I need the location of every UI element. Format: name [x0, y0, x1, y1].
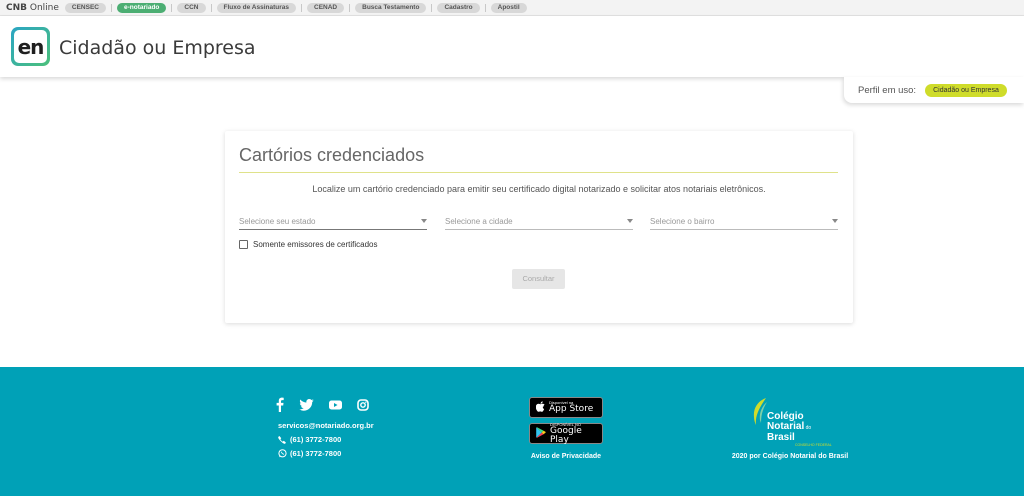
- card-description: Localize um cartório credenciado para em…: [312, 184, 766, 194]
- contact-info: servicos@notariado.org.br (61) 3772-7800…: [278, 421, 374, 463]
- org-name-line3: Brasil: [767, 432, 795, 443]
- page-title: Cidadão ou Empresa: [59, 37, 256, 59]
- registry-search-card: Cartórios credenciados Localize um cartó…: [225, 131, 853, 323]
- colegio-notarial-wordmark: Colégio Notarial do Brasil: [767, 412, 811, 443]
- logo-text: en: [14, 30, 47, 63]
- city-select-placeholder: Selecione a cidade: [445, 217, 513, 226]
- topbar-divider: [484, 3, 486, 12]
- profile-badge[interactable]: Cidadão ou Empresa: [925, 83, 1007, 97]
- app-store-badge[interactable]: Disponível na App Store: [529, 397, 603, 418]
- district-select-placeholder: Selecione o bairro: [650, 217, 715, 226]
- google-play-badge[interactable]: DISPONÍVEL NO Google Play: [529, 422, 603, 445]
- google-play-icon: [536, 425, 546, 443]
- topbar-link-cadastro[interactable]: Cadastro: [437, 2, 480, 13]
- twitter-icon[interactable]: [299, 398, 314, 411]
- google-play-label: Google Play: [550, 425, 582, 445]
- org-subtitle: CONSELHO FEDERAL: [795, 443, 832, 447]
- topbar-link-fluxo[interactable]: Fluxo de Assinaturas: [216, 2, 296, 13]
- profile-indicator: Perfil em uso: Cidadão ou Empresa: [844, 77, 1024, 103]
- org-name-line2-suffix: do: [804, 425, 812, 431]
- topbar-divider: [210, 3, 212, 12]
- contact-phone[interactable]: (61) 3772-7800: [278, 435, 374, 444]
- city-select[interactable]: Selecione a cidade: [445, 215, 633, 230]
- chevron-down-icon: [421, 219, 427, 223]
- contact-email[interactable]: servicos@notariado.org.br: [278, 421, 374, 430]
- top-network-bar: CNB Online CENSEC e-notariado CCN Fluxo …: [0, 0, 1024, 16]
- chevron-down-icon: [832, 219, 838, 223]
- profile-label: Perfil em uso:: [858, 84, 917, 96]
- topbar-divider: [111, 3, 112, 12]
- contact-whatsapp[interactable]: (61) 3772-7800: [278, 449, 374, 458]
- checkbox-label: Somente emissores de certificados: [253, 240, 378, 249]
- card-title: Cartórios credenciados: [239, 145, 425, 165]
- topbar-link-cenad[interactable]: CENAD: [307, 2, 345, 13]
- site-footer: servicos@notariado.org.br (61) 3772-7800…: [0, 367, 1024, 496]
- topbar-divider: [349, 3, 351, 12]
- topbar-divider: [171, 3, 173, 12]
- district-select[interactable]: Selecione o bairro: [650, 215, 838, 230]
- chevron-down-icon: [627, 219, 633, 223]
- state-select-placeholder: Selecione seu estado: [239, 217, 316, 226]
- title-underline: [239, 172, 838, 173]
- facebook-icon[interactable]: [276, 397, 284, 412]
- topbar-divider: [301, 3, 302, 12]
- privacy-notice-link[interactable]: Aviso de Privacidade: [529, 453, 603, 460]
- instagram-icon[interactable]: [357, 398, 369, 411]
- copyright-text: 2020 por Colégio Notarial do Brasil: [731, 453, 849, 460]
- topbar-link-enotariado[interactable]: e-notariado: [117, 2, 167, 13]
- phone-icon: [278, 435, 288, 444]
- certificate-issuers-checkbox[interactable]: [239, 240, 248, 249]
- org-name-line2: Notarial: [767, 421, 805, 432]
- certificate-issuers-filter[interactable]: Somente emissores de certificados: [239, 240, 378, 249]
- youtube-icon[interactable]: [329, 400, 342, 410]
- enotariado-logo[interactable]: en: [11, 27, 50, 66]
- cnb-online-brand[interactable]: CNB Online: [6, 3, 59, 13]
- site-header: en Cidadão ou Empresa: [0, 16, 1024, 77]
- social-links: [276, 397, 369, 412]
- consultar-button[interactable]: Consultar: [512, 269, 565, 289]
- topbar-link-censec[interactable]: CENSEC: [64, 2, 106, 13]
- apple-icon: [535, 399, 545, 417]
- app-store-label: App Store: [549, 404, 594, 414]
- topbar-link-apostil[interactable]: Apostil: [490, 2, 527, 13]
- topbar-divider: [431, 3, 433, 12]
- whatsapp-icon: [278, 449, 288, 458]
- state-select[interactable]: Selecione seu estado: [239, 215, 427, 230]
- topbar-link-busca-testamento[interactable]: Busca Testamento: [355, 2, 427, 13]
- topbar-link-ccn[interactable]: CCN: [177, 2, 206, 13]
